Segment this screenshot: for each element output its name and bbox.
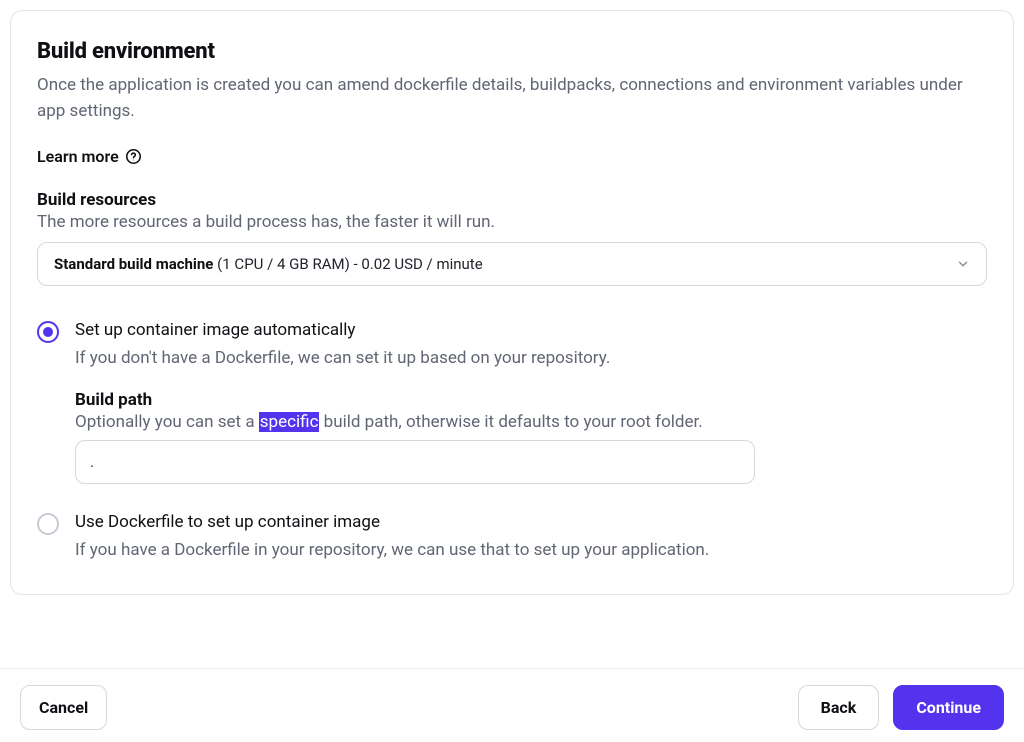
option-auto-title: Set up container image automatically bbox=[75, 320, 987, 340]
build-environment-card: Build environment Once the application i… bbox=[10, 10, 1014, 595]
highlighted-word: specific bbox=[259, 412, 320, 432]
option-dockerfile-title: Use Dockerfile to set up container image bbox=[75, 512, 987, 532]
radio-auto[interactable] bbox=[37, 321, 59, 343]
learn-more-label: Learn more bbox=[37, 147, 119, 166]
option-auto-description: If you don't have a Dockerfile, we can s… bbox=[75, 348, 987, 368]
build-path-block: Build path Optionally you can set a spec… bbox=[75, 390, 987, 484]
learn-more-link[interactable]: Learn more bbox=[37, 147, 143, 166]
build-machine-selected-value: Standard build machine (1 CPU / 4 GB RAM… bbox=[54, 255, 483, 273]
build-path-heading: Build path bbox=[75, 390, 987, 410]
build-path-input[interactable] bbox=[75, 440, 755, 484]
section-title: Build environment bbox=[37, 39, 987, 64]
section-description: Once the application is created you can … bbox=[37, 72, 987, 125]
build-path-description: Optionally you can set a specific build … bbox=[75, 412, 987, 432]
footer-bar: Cancel Back Continue bbox=[0, 668, 1024, 742]
container-setup-options: Set up container image automatically If … bbox=[37, 320, 987, 560]
build-resources-block: Build resources The more resources a bui… bbox=[37, 190, 987, 286]
radio-selected-dot bbox=[43, 327, 53, 337]
continue-button[interactable]: Continue bbox=[893, 685, 1004, 730]
option-auto: Set up container image automatically If … bbox=[37, 320, 987, 484]
option-dockerfile-description: If you have a Dockerfile in your reposit… bbox=[75, 540, 987, 560]
back-button[interactable]: Back bbox=[798, 685, 880, 730]
help-icon bbox=[125, 147, 143, 165]
cancel-button[interactable]: Cancel bbox=[20, 685, 107, 730]
chevron-down-icon bbox=[956, 257, 970, 271]
build-resources-heading: Build resources bbox=[37, 190, 987, 210]
build-machine-select[interactable]: Standard build machine (1 CPU / 4 GB RAM… bbox=[37, 242, 987, 286]
option-dockerfile: Use Dockerfile to set up container image… bbox=[37, 512, 987, 560]
build-resources-description: The more resources a build process has, … bbox=[37, 212, 987, 232]
radio-dockerfile[interactable] bbox=[37, 513, 59, 535]
